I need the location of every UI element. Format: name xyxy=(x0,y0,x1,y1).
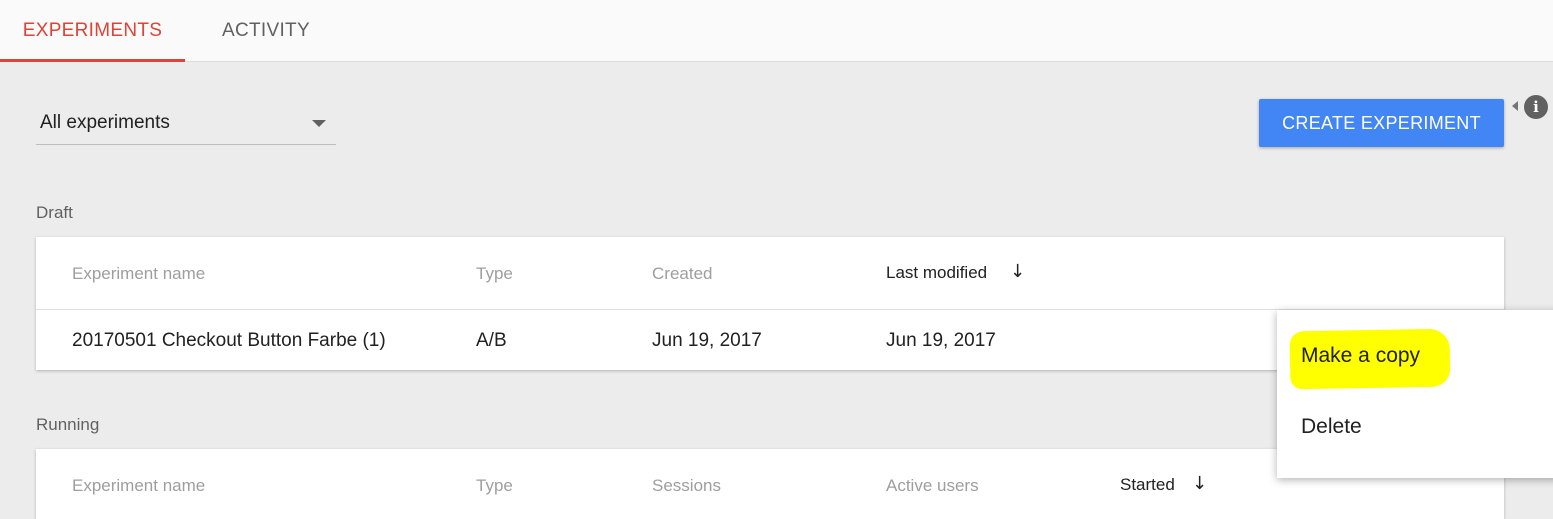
make-a-copy-menu-item[interactable]: Make a copy xyxy=(1277,330,1553,386)
top-tab-bar: EXPERIMENTS ACTIVITY xyxy=(0,0,1553,62)
tab-activity[interactable]: ACTIVITY xyxy=(185,0,347,61)
create-experiment-button[interactable]: CREATE EXPERIMENT xyxy=(1259,99,1504,147)
dropdown-caret-icon xyxy=(312,120,326,127)
last-modified-date-cell: Jun 19, 2017 xyxy=(886,330,996,351)
experiment-filter-dropdown[interactable]: All experiments xyxy=(36,103,336,145)
info-panel-toggle[interactable]: i xyxy=(1512,95,1550,119)
delete-label: Delete xyxy=(1301,415,1362,438)
column-header-sessions[interactable]: Sessions xyxy=(652,476,721,496)
created-date-cell: Jun 19, 2017 xyxy=(652,330,762,351)
experiment-name-cell[interactable]: 20170501 Checkout Button Farbe (1) xyxy=(72,330,386,352)
column-header-last-modified[interactable]: Last modified xyxy=(886,263,987,283)
filter-selected-value: All experiments xyxy=(40,112,170,133)
sort-descending-icon[interactable]: ↓ xyxy=(1192,473,1207,494)
collapse-arrow-icon xyxy=(1512,101,1518,111)
row-context-menu: Make a copy Delete xyxy=(1277,310,1553,478)
make-a-copy-label: Make a copy xyxy=(1301,344,1421,367)
info-icon: i xyxy=(1524,95,1548,119)
delete-menu-item[interactable]: Delete xyxy=(1277,401,1553,457)
tab-experiments-label: EXPERIMENTS xyxy=(22,19,163,41)
column-header-created[interactable]: Created xyxy=(652,264,712,284)
draft-section-title: Draft xyxy=(36,203,73,222)
tab-experiments[interactable]: EXPERIMENTS xyxy=(0,0,185,62)
column-header-type[interactable]: Type xyxy=(476,264,513,284)
column-header-type[interactable]: Type xyxy=(476,476,513,496)
column-header-experiment-name[interactable]: Experiment name xyxy=(72,476,205,496)
tab-activity-label: ACTIVITY xyxy=(222,19,310,41)
column-header-experiment-name[interactable]: Experiment name xyxy=(72,264,205,284)
column-header-started[interactable]: Started xyxy=(1120,475,1175,495)
sort-descending-icon[interactable]: ↓ xyxy=(1010,261,1025,282)
column-header-active-users[interactable]: Active users xyxy=(886,476,979,496)
experiment-type-cell: A/B xyxy=(476,330,507,351)
running-section-title: Running xyxy=(36,415,100,434)
